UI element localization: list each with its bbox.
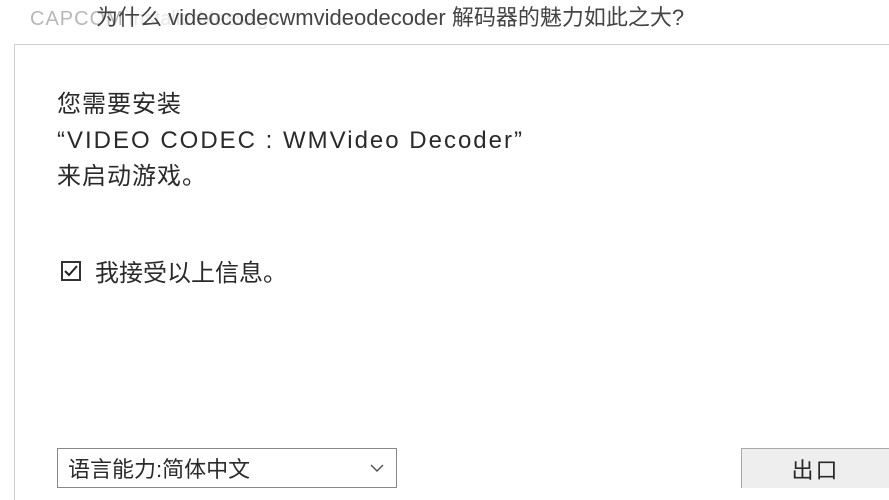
bottom-controls: 语言能力:简体中文 出口 [57,448,889,488]
chevron-down-icon [370,463,384,473]
page-title: 为什么 videocodecwmvideodecoder 解码器的魅力如此之大? [96,0,684,32]
message-line-1: 您需要安装 [57,87,849,123]
dialog-panel: 您需要安装 “VIDEO CODEC : WMVideo Decoder” 来启… [14,44,889,500]
title-bar: CAPCOM InstallerMessage 为什么 videocodecwm… [0,0,889,48]
message-line-3: 来启动游戏。 [57,159,849,195]
accept-checkbox-row[interactable]: 我接受以上信息。 [61,253,849,288]
language-select[interactable]: 语言能力:简体中文 [57,448,397,488]
install-message: 您需要安装 “VIDEO CODEC : WMVideo Decoder” 来启… [57,87,849,195]
exit-button[interactable]: 出口 [741,448,889,488]
message-line-2: “VIDEO CODEC : WMVideo Decoder” [57,123,849,159]
language-value: 语言能力:简体中文 [68,452,250,484]
accept-label: 我接受以上信息。 [95,253,287,288]
checkbox-icon[interactable] [61,261,81,281]
exit-button-label: 出口 [791,453,839,485]
checkmark-icon [63,263,79,279]
